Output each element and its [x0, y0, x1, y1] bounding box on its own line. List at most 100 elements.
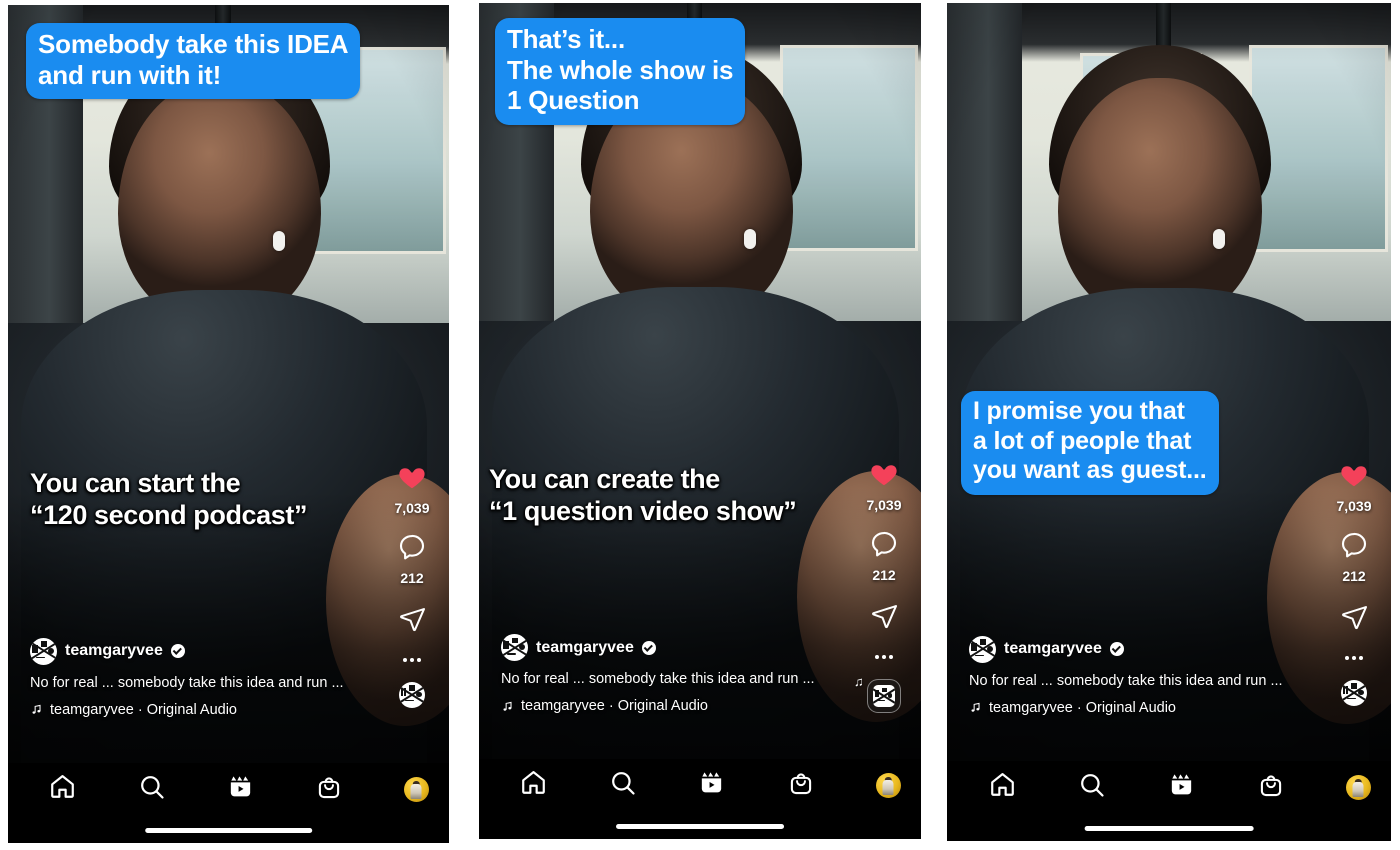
phone-screen: Somebody take this IDEA and run with it! … — [8, 5, 449, 843]
blue-caption-line: That’s it... — [507, 24, 625, 54]
comment-button[interactable]: 212 — [869, 529, 899, 583]
more-options-button[interactable] — [403, 657, 421, 662]
nav-item-profile[interactable] — [1345, 774, 1371, 800]
bottom-navigation-bar — [8, 763, 449, 843]
more-options-icon — [403, 657, 421, 662]
home-icon — [988, 770, 1017, 804]
audio-thumbnail-logo — [501, 634, 528, 662]
nav-item-home[interactable] — [519, 768, 548, 802]
audio-thumbnail-logo — [399, 681, 425, 708]
reel-caption[interactable]: No for real ... somebody take this idea … — [30, 675, 377, 691]
audio-thumbnail-logo — [969, 635, 996, 663]
nav-item-profile[interactable] — [403, 776, 429, 802]
comment-icon — [869, 529, 899, 564]
reels-icon — [697, 768, 726, 802]
reel-screen-1: Somebody take this IDEA and run with it! … — [8, 5, 449, 843]
reel-caption[interactable]: No for real ... somebody take this idea … — [969, 673, 1319, 689]
audio-thumbnail-button[interactable]: ♫ — [854, 674, 901, 713]
home-indicator[interactable] — [616, 824, 784, 829]
username[interactable]: teamgaryvee — [536, 639, 634, 657]
screenshot-board: Somebody take this IDEA and run with it! … — [0, 0, 1400, 850]
share-button[interactable] — [1340, 602, 1369, 636]
comment-count: 212 — [872, 566, 896, 583]
profile-avatar — [875, 772, 901, 798]
blue-caption-line: The whole show is — [507, 54, 734, 85]
share-icon — [1340, 602, 1369, 636]
audio-thumbnail-logo — [30, 637, 57, 665]
more-options-button[interactable] — [1345, 655, 1363, 660]
blue-caption-box-2: That’s it... The whole show is 1 Question — [495, 18, 746, 126]
like-button[interactable]: 7,039 — [1336, 460, 1372, 514]
home-indicator[interactable] — [144, 828, 313, 833]
music-note-icon — [501, 700, 514, 713]
subtitle-line: “1 question video show” — [489, 496, 797, 527]
nav-item-reels[interactable] — [1167, 770, 1196, 804]
nav-item-search[interactable] — [1078, 771, 1106, 804]
nav-item-shop[interactable] — [1257, 771, 1285, 804]
reel-meta: teamgaryvee No for real ... somebody tak… — [501, 634, 849, 714]
share-button[interactable] — [398, 604, 427, 638]
username[interactable]: teamgaryvee — [65, 642, 163, 660]
author-row[interactable]: teamgaryvee — [969, 635, 1319, 663]
nav-item-reels[interactable] — [226, 772, 255, 806]
audio-thumbnail-button[interactable] — [399, 681, 425, 708]
like-button[interactable]: 7,039 — [394, 462, 430, 516]
audio-attribution[interactable]: teamgaryvee · Original Audio — [30, 702, 377, 718]
phone-screen: I promise you that a lot of people that yo… — [947, 3, 1391, 841]
comment-button[interactable]: 212 — [1339, 530, 1369, 584]
shop-bag-icon — [787, 769, 815, 802]
bottom-navigation-bar — [479, 759, 921, 839]
heart-icon — [397, 462, 427, 497]
share-icon — [870, 601, 899, 635]
like-count: 7,039 — [1336, 497, 1372, 514]
heart-icon — [1339, 460, 1369, 495]
verified-badge-icon — [641, 640, 656, 655]
action-rail: 7,039 212 ♫ — [854, 459, 910, 713]
nav-item-home[interactable] — [988, 770, 1017, 804]
verified-badge-icon — [170, 644, 185, 659]
burned-in-subtitle-2: You can create the “1 question video show… — [489, 463, 797, 528]
shop-bag-icon — [315, 773, 343, 806]
subtitle-line: You can start the — [30, 468, 241, 498]
music-note-icon — [969, 701, 982, 714]
home-icon — [48, 772, 77, 806]
nav-item-search[interactable] — [609, 769, 637, 802]
author-row[interactable]: teamgaryvee — [501, 634, 849, 662]
share-icon — [398, 604, 427, 638]
blue-caption-line: I promise you that — [973, 397, 1185, 425]
profile-avatar — [1345, 774, 1371, 800]
share-button[interactable] — [870, 601, 899, 635]
reel-screen-2: That’s it... The whole show is 1 Question … — [479, 3, 921, 839]
blue-caption-line: you want as guest... — [973, 456, 1207, 484]
nav-item-home[interactable] — [48, 772, 77, 806]
nav-item-shop[interactable] — [787, 769, 815, 802]
author-row[interactable]: teamgaryvee — [30, 637, 377, 665]
action-rail: 7,039 212 — [1328, 460, 1380, 706]
reel-meta: teamgaryvee No for real ... somebody tak… — [30, 637, 377, 718]
nav-item-reels[interactable] — [697, 768, 726, 802]
music-note-badge-icon: ♫ — [854, 673, 864, 689]
username[interactable]: teamgaryvee — [1004, 640, 1102, 658]
home-indicator[interactable] — [1084, 826, 1254, 831]
comment-button[interactable]: 212 — [397, 532, 427, 586]
search-icon — [1078, 771, 1106, 804]
verified-badge-icon — [1109, 642, 1124, 657]
audio-thumbnail-frame — [867, 678, 901, 713]
audio-title: teamgaryvee · Original Audio — [521, 698, 708, 715]
more-options-button[interactable] — [875, 654, 893, 659]
nav-icons — [479, 759, 921, 811]
nav-item-search[interactable] — [138, 773, 166, 806]
reel-caption[interactable]: No for real ... somebody take this idea … — [501, 671, 849, 687]
blue-caption-line: and run with it! — [38, 59, 222, 90]
nav-item-profile[interactable] — [875, 772, 901, 798]
like-button[interactable]: 7,039 — [866, 459, 902, 513]
search-icon — [609, 769, 637, 802]
nav-item-shop[interactable] — [315, 773, 343, 806]
audio-title: teamgaryvee · Original Audio — [50, 701, 237, 718]
audio-attribution[interactable]: teamgaryvee · Original Audio — [501, 698, 849, 714]
audio-thumbnail-button[interactable] — [1341, 679, 1367, 706]
subtitle-line: “120 second podcast” — [30, 500, 308, 531]
burned-in-subtitle-1: You can start the “120 second podcast” — [30, 467, 308, 532]
reel-screen-3: I promise you that a lot of people that yo… — [947, 3, 1391, 841]
audio-attribution[interactable]: teamgaryvee · Original Audio — [969, 700, 1319, 716]
